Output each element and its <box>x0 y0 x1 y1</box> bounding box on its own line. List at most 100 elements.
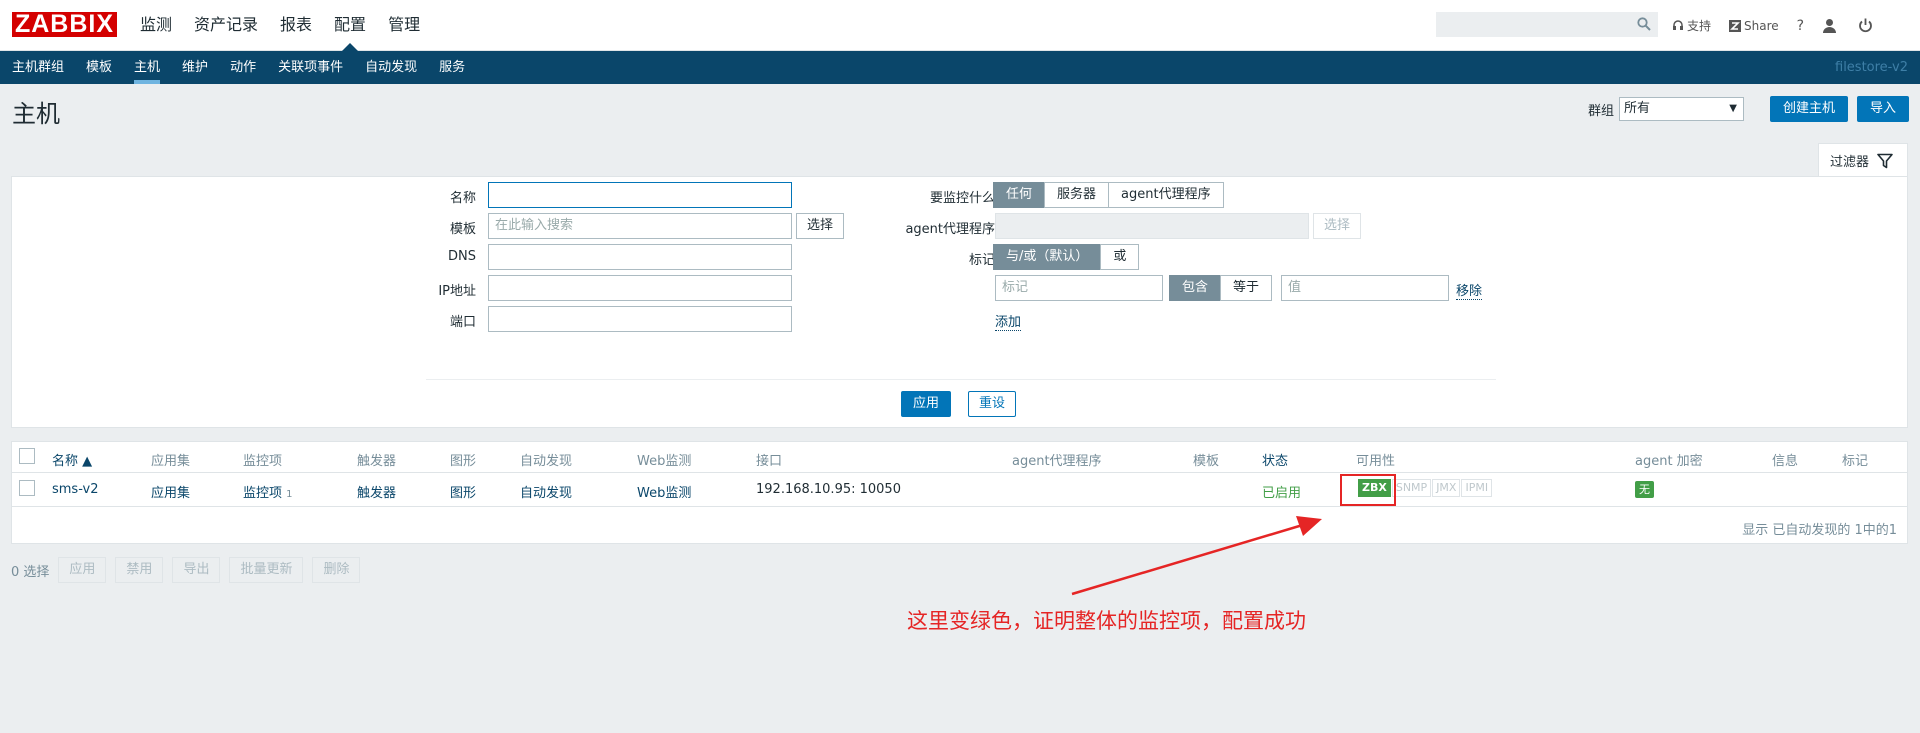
import-button[interactable]: 导入 <box>1856 96 1909 122</box>
search-icon[interactable] <box>1637 17 1651 31</box>
name-label: 名称 <box>449 191 476 206</box>
power-icon[interactable] <box>1858 18 1876 33</box>
dns-label: DNS <box>448 249 476 264</box>
top-bar: ZABBIX 监测 资产记录 报表 配置 管理 支持 Share ? <box>0 0 1920 51</box>
host-triggers-link[interactable]: 触发器 <box>357 482 396 501</box>
annotation-text: 这里变绿色，证明整体的监控项，配置成功 <box>907 609 1306 633</box>
main-menu-inventory[interactable]: 资产记录 <box>194 0 258 51</box>
share-link[interactable]: Share <box>1729 19 1779 33</box>
zabbix-logo[interactable]: ZABBIX <box>9 10 120 39</box>
sub-menu-correlation[interactable]: 关联项事件 <box>278 51 343 84</box>
col-web-header: Web监测 <box>637 454 692 469</box>
ip-label: IP地址 <box>438 284 476 299</box>
monitor-any-option[interactable]: 任何 <box>993 182 1046 208</box>
proxy-input <box>995 213 1309 239</box>
header-controls: 群组 所有 ▼ 创建主机 导入 <box>1588 96 1909 122</box>
port-input[interactable] <box>488 306 792 332</box>
template-search-input[interactable]: 在此输入搜索 <box>488 213 792 239</box>
user-profile-icon[interactable] <box>1822 18 1840 33</box>
sub-menu-discovery[interactable]: 自动发现 <box>365 51 417 84</box>
col-info-header: 信息 <box>1772 454 1799 469</box>
tags-or-option[interactable]: 或 <box>1100 244 1140 270</box>
col-templates-header: 模板 <box>1193 454 1220 469</box>
proxy-label: agent代理程序 <box>905 222 995 237</box>
host-discovery-link[interactable]: 自动发现 <box>520 482 572 501</box>
dropdown-arrow-icon: ▼ <box>1729 103 1737 114</box>
mass-disable-button: 禁用 <box>115 557 164 583</box>
main-menu-administration[interactable]: 管理 <box>388 0 420 51</box>
col-triggers-header: 触发器 <box>357 454 397 469</box>
tag-value-input[interactable]: 值 <box>1281 275 1449 301</box>
template-label: 模板 <box>449 222 476 237</box>
tag-remove-link[interactable]: 移除 <box>1456 280 1483 300</box>
ip-input[interactable] <box>488 275 792 301</box>
monitor-proxy-option[interactable]: agent代理程序 <box>1108 182 1224 208</box>
main-menu: 监测 资产记录 报表 配置 管理 <box>140 0 442 51</box>
port-label: 端口 <box>449 315 476 330</box>
col-applications-header: 应用集 <box>151 454 191 469</box>
proxy-select-button: 选择 <box>1313 213 1362 239</box>
create-host-button[interactable]: 创建主机 <box>1769 96 1848 122</box>
highlight-box <box>1340 474 1396 506</box>
sub-menu-services[interactable]: 服务 <box>439 51 465 84</box>
filter-icon <box>1877 153 1893 168</box>
mass-update-button: 批量更新 <box>229 557 304 583</box>
tag-add-link[interactable]: 添加 <box>995 311 1022 331</box>
row-divider <box>12 506 1907 507</box>
col-proxy-header: agent代理程序 <box>1012 454 1102 469</box>
filter-divider <box>426 379 1496 380</box>
host-items-link[interactable]: 监控项 1 <box>243 482 293 501</box>
mass-delete-button: 删除 <box>312 557 361 583</box>
snmp-availability-badge: SNMP <box>1391 479 1432 497</box>
template-select-button[interactable]: 选择 <box>796 213 845 239</box>
name-input[interactable] <box>488 182 792 208</box>
encryption-badge: 无 <box>1635 481 1654 498</box>
tags-and-or-option[interactable]: 与/或（默认） <box>993 244 1102 270</box>
monitor-server-option[interactable]: 服务器 <box>1044 182 1110 208</box>
ipmi-availability-badge: IPMI <box>1461 479 1493 497</box>
col-encryption-header: agent 加密 <box>1635 454 1703 469</box>
tags-mode-segment: 与/或（默认） 或 <box>993 244 1140 270</box>
filter-apply-button[interactable]: 应用 <box>901 391 952 417</box>
paging-info: 显示 已自动发现的 1中的1 <box>1742 523 1897 538</box>
select-all-checkbox[interactable] <box>19 448 35 464</box>
server-name: filestore-v2 <box>1835 60 1908 75</box>
mass-actions: 0 选择 应用 禁用 导出 批量更新 删除 <box>11 557 369 583</box>
sub-menu-maintenance[interactable]: 维护 <box>182 51 208 84</box>
main-menu-reports[interactable]: 报表 <box>280 0 312 51</box>
main-menu-configuration[interactable]: 配置 <box>334 0 366 51</box>
group-select[interactable]: 所有 ▼ <box>1618 97 1744 121</box>
tag-op-segment: 包含 等于 <box>1169 275 1273 301</box>
host-graphs-link[interactable]: 图形 <box>450 482 476 501</box>
host-web-link[interactable]: Web监测 <box>637 482 691 501</box>
sub-menu-actions[interactable]: 动作 <box>230 51 256 84</box>
sub-menu: 主机群组 模板 主机 维护 动作 关联项事件 自动发现 服务 <box>12 51 487 84</box>
host-status-link[interactable]: 已启用 <box>1262 482 1301 501</box>
sub-menu-host-groups[interactable]: 主机群组 <box>12 51 64 84</box>
col-name-header[interactable]: 名称 ▲ <box>52 450 92 469</box>
main-menu-monitoring[interactable]: 监测 <box>140 0 172 51</box>
group-label: 群组 <box>1587 103 1614 119</box>
header-divider <box>12 472 1907 473</box>
tag-name-input[interactable]: 标记 <box>995 275 1163 301</box>
mass-enable-button: 应用 <box>58 557 107 583</box>
filter-reset-button[interactable]: 重设 <box>968 391 1017 417</box>
global-search-input[interactable] <box>1436 12 1658 37</box>
monitor-segment: 任何 服务器 agent代理程序 <box>993 182 1224 208</box>
row-checkbox[interactable] <box>19 480 35 496</box>
tag-contains-option[interactable]: 包含 <box>1169 275 1222 301</box>
help-link[interactable]: ? <box>1797 18 1804 34</box>
hosts-table: 名称 ▲ 应用集 监控项 触发器 图形 自动发现 Web监测 接口 agent代… <box>11 441 1908 544</box>
col-status-header[interactable]: 状态 <box>1262 450 1288 469</box>
sub-menu-hosts[interactable]: 主机 <box>134 51 161 84</box>
host-applications-link[interactable]: 应用集 <box>151 482 190 501</box>
tag-equals-option[interactable]: 等于 <box>1220 275 1273 301</box>
col-availability-header: 可用性 <box>1356 454 1396 469</box>
host-name-link[interactable]: sms-v2 <box>52 482 99 497</box>
dns-input[interactable] <box>488 244 792 270</box>
filter-tab[interactable]: 过滤器 <box>1818 143 1908 177</box>
sub-menu-bar: 主机群组 模板 主机 维护 动作 关联项事件 自动发现 服务 filestore… <box>0 51 1920 84</box>
mass-export-button: 导出 <box>172 557 221 583</box>
sub-menu-templates[interactable]: 模板 <box>86 51 112 84</box>
support-link[interactable]: 支持 <box>1672 17 1711 34</box>
